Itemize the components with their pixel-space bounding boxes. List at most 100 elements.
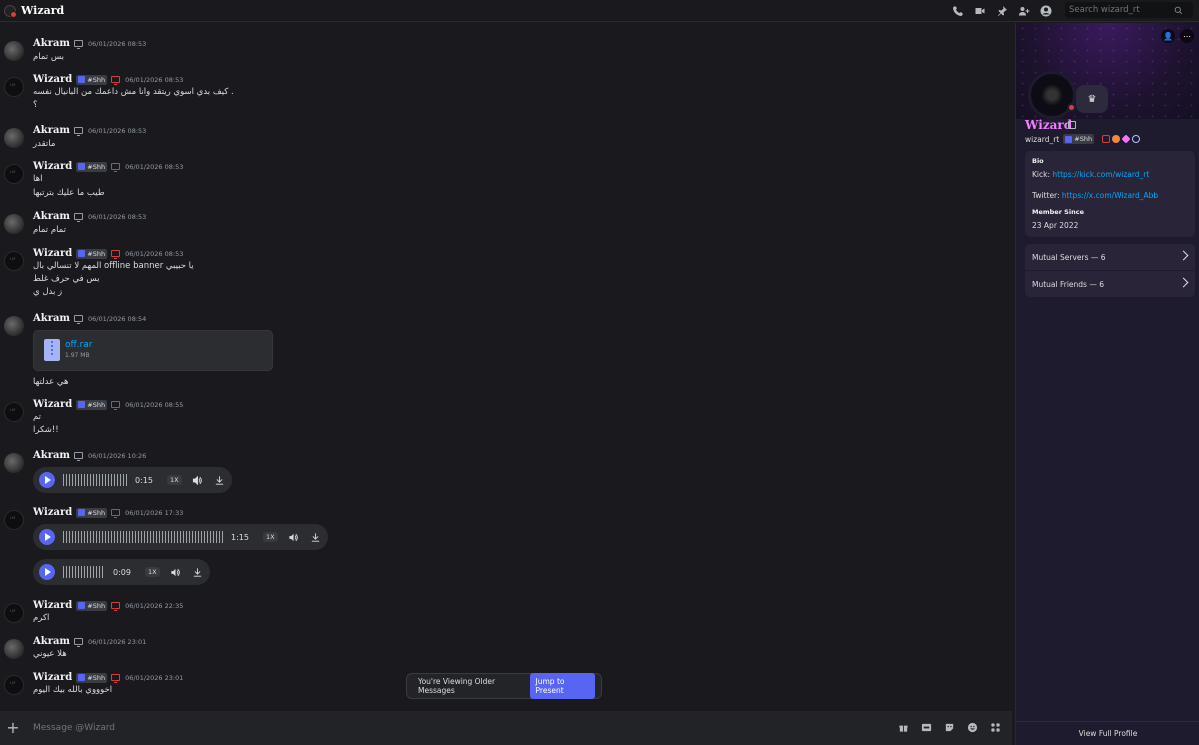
volume-icon[interactable] bbox=[170, 566, 182, 578]
video-call-icon[interactable] bbox=[972, 3, 988, 19]
gift-icon[interactable] bbox=[897, 721, 910, 734]
author-name[interactable]: Wizard bbox=[33, 672, 72, 683]
nitro-badge-icon[interactable] bbox=[1121, 134, 1131, 144]
mutual-friends-row[interactable]: Mutual Friends — 6 bbox=[1025, 271, 1195, 297]
gif-icon[interactable] bbox=[920, 721, 933, 734]
avatar[interactable] bbox=[4, 41, 24, 61]
search-input[interactable] bbox=[1069, 5, 1174, 15]
guild-icon bbox=[78, 250, 86, 257]
server-tag[interactable]: #Shh bbox=[76, 507, 108, 518]
twitter-link[interactable]: https://x.com/Wizard_Abb bbox=[1062, 191, 1158, 200]
profile-username[interactable]: wizard_rt bbox=[1025, 135, 1059, 144]
kick-link[interactable]: https://kick.com/wizard_rt bbox=[1052, 170, 1149, 179]
guild-icon bbox=[1065, 135, 1073, 143]
timestamp: 06/01/2026 08:53 bbox=[88, 39, 147, 48]
author-name[interactable]: Akram bbox=[33, 38, 70, 49]
message-text: اها bbox=[33, 174, 43, 184]
author-name[interactable]: Akram bbox=[33, 211, 70, 222]
message-header: Akram 06/01/2026 08:53 bbox=[33, 38, 146, 49]
archive-file-icon bbox=[44, 339, 60, 361]
emoji-icon[interactable] bbox=[966, 721, 979, 734]
add-friends-icon[interactable] bbox=[1016, 3, 1032, 19]
desktop-badge-icon[interactable] bbox=[1102, 135, 1111, 143]
avatar[interactable] bbox=[4, 603, 24, 623]
author-name[interactable]: Wizard bbox=[33, 161, 72, 172]
avatar[interactable] bbox=[4, 214, 24, 234]
voice-call-icon[interactable] bbox=[950, 3, 966, 19]
add-attachment-icon[interactable]: + bbox=[6, 720, 20, 736]
message-header: Wizard #Shh 06/01/2026 08:53 bbox=[33, 161, 183, 172]
download-icon[interactable] bbox=[310, 531, 322, 543]
file-name-link[interactable]: off.rar bbox=[65, 340, 92, 350]
quest-badge-icon[interactable] bbox=[1132, 135, 1141, 143]
more-options-icon[interactable]: ⋯ bbox=[1180, 29, 1194, 43]
message-header: Akram 06/01/2026 23:01 bbox=[33, 636, 146, 647]
avatar[interactable] bbox=[4, 128, 24, 148]
file-attachment[interactable]: off.rar 1.97 MB bbox=[33, 330, 273, 371]
jump-to-present-button[interactable]: Jump to Present bbox=[529, 673, 595, 699]
desktop-icon bbox=[111, 163, 121, 172]
play-button[interactable] bbox=[39, 529, 55, 545]
avatar[interactable] bbox=[4, 251, 24, 271]
server-tag[interactable]: #Shh bbox=[76, 161, 108, 172]
server-tag[interactable]: #Shh bbox=[76, 399, 108, 410]
profile-avatar[interactable] bbox=[1028, 71, 1076, 119]
play-button[interactable] bbox=[39, 472, 55, 488]
timestamp: 06/01/2026 08:54 bbox=[88, 314, 147, 323]
author-name[interactable]: Akram bbox=[33, 125, 70, 136]
search-box[interactable] bbox=[1065, 2, 1193, 18]
user-profile-icon[interactable] bbox=[1038, 3, 1054, 19]
waveform[interactable] bbox=[63, 531, 223, 543]
author-name[interactable]: Wizard bbox=[33, 248, 72, 259]
avatar[interactable] bbox=[4, 639, 24, 659]
volume-icon[interactable] bbox=[288, 531, 300, 543]
desktop-icon bbox=[74, 638, 84, 647]
mutual-servers-row[interactable]: Mutual Servers — 6 bbox=[1025, 244, 1195, 270]
server-tag[interactable]: #Shh bbox=[76, 672, 108, 683]
avatar[interactable] bbox=[4, 453, 24, 473]
message-header: Wizard #Shh 06/01/2026 23:01 bbox=[33, 672, 183, 683]
server-tag[interactable]: #Shh bbox=[76, 600, 108, 611]
download-icon[interactable] bbox=[214, 474, 226, 486]
avatar[interactable] bbox=[4, 316, 24, 336]
download-icon[interactable] bbox=[192, 566, 204, 578]
author-name[interactable]: Wizard bbox=[33, 600, 72, 611]
author-name[interactable]: Akram bbox=[33, 313, 70, 324]
server-tag[interactable]: #Shh bbox=[76, 74, 108, 85]
waveform[interactable] bbox=[63, 566, 105, 578]
author-name[interactable]: Akram bbox=[33, 636, 70, 647]
dnd-status-icon bbox=[1067, 103, 1076, 112]
avatar[interactable] bbox=[4, 510, 24, 530]
message-text: المهم لا تنسالي بال offline banner يا حب… bbox=[33, 261, 194, 271]
server-tag[interactable]: #Shh bbox=[76, 248, 108, 259]
author-name[interactable]: Akram bbox=[33, 450, 70, 461]
apps-icon[interactable] bbox=[989, 721, 1002, 734]
author-name[interactable]: Wizard bbox=[33, 74, 72, 85]
pin-icon[interactable] bbox=[994, 3, 1010, 19]
avatar[interactable] bbox=[4, 402, 24, 422]
add-friend-icon[interactable]: 👤 bbox=[1161, 29, 1175, 43]
sticker-icon[interactable] bbox=[943, 721, 956, 734]
message-header: Akram 06/01/2026 10:26 bbox=[33, 450, 146, 461]
author-name[interactable]: Wizard bbox=[33, 399, 72, 410]
author-name[interactable]: Wizard bbox=[33, 507, 72, 518]
playback-speed-button[interactable]: 1X bbox=[262, 532, 278, 542]
hypesquad-badge-icon[interactable] bbox=[1112, 135, 1121, 143]
desktop-icon bbox=[111, 674, 121, 683]
playback-speed-button[interactable]: 1X bbox=[166, 475, 182, 485]
profile-username-row: wizard_rt #Shh bbox=[1025, 134, 1141, 144]
voice-message: 0:15 1X bbox=[33, 467, 232, 493]
server-tag[interactable]: #Shh bbox=[1063, 134, 1095, 144]
waveform[interactable] bbox=[63, 474, 127, 486]
avatar[interactable] bbox=[4, 675, 24, 695]
crown-icon: ♛ bbox=[1076, 85, 1108, 113]
play-button[interactable] bbox=[39, 564, 55, 580]
avatar[interactable] bbox=[4, 164, 24, 184]
avatar[interactable] bbox=[4, 77, 24, 97]
message-input[interactable] bbox=[33, 723, 733, 733]
view-full-profile-button[interactable]: View Full Profile bbox=[1016, 721, 1199, 745]
playback-speed-button[interactable]: 1X bbox=[144, 567, 160, 577]
volume-icon[interactable] bbox=[192, 474, 204, 486]
channel-title: Wizard bbox=[21, 4, 65, 17]
guild-icon bbox=[78, 163, 86, 170]
